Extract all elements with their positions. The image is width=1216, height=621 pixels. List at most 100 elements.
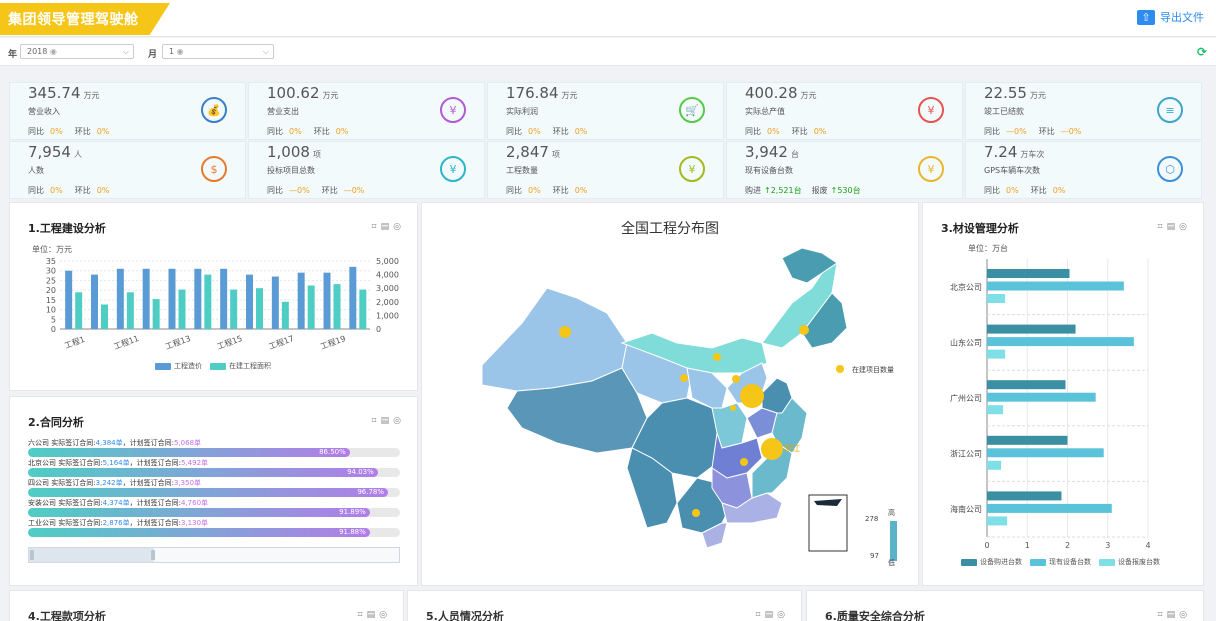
bar-area[interactable] [101,304,108,329]
data-view-icon[interactable]: ▤ [1167,610,1180,620]
contract-title: 安装公司 实际签订合同:4,374单，计划签订合同:4,760单 [28,499,209,507]
save-image-icon[interactable]: ◎ [1179,222,1191,232]
zoom-slider[interactable] [28,547,400,563]
bar-cost[interactable] [65,270,73,329]
equipment-bar[interactable] [987,392,1096,402]
bar-area[interactable] [333,284,341,329]
kpi-compare: 同比 0% 环比 0% [28,186,110,195]
kpi-compare: 同比 —0% 环比 —0% [984,127,1082,136]
bar-cost[interactable] [194,268,202,329]
refresh-icon[interactable]: ⟳ [1197,45,1207,59]
legend-item[interactable]: 在建工程面积 [210,361,271,371]
panel-title: 4.工程款项分析 [28,610,106,621]
slider-range [29,548,154,562]
x-tick-label: 4 [1145,541,1150,550]
save-image-icon[interactable]: ◎ [393,416,405,426]
save-image-icon[interactable]: ◎ [1179,610,1191,620]
equipment-bar[interactable] [987,503,1112,513]
panel-payment: 4.工程款项分析 ⌗▤◎ [9,590,404,621]
bar-area[interactable] [152,299,160,329]
bar-area[interactable] [281,301,289,329]
kpi-compare: 同比 0% 环比 0% [506,127,588,136]
visual-map-scale[interactable] [890,521,897,561]
y2-tick-label: 2,000 [376,298,399,307]
kpi-compare: 同比 0% 环比 0% [267,127,349,136]
china-map[interactable]: 浙江 在建项目数量 高 低 278 97 [422,203,920,587]
data-view-icon[interactable]: ▤ [367,610,380,620]
bar-area[interactable] [126,292,134,329]
x-tick-label: 工程17 [267,334,295,351]
slider-handle-right[interactable] [151,550,155,560]
legend-item[interactable]: 现有设备台数 [1030,557,1091,567]
bar-area[interactable] [256,288,263,329]
slider-handle-left[interactable] [30,550,34,560]
legend-item[interactable]: 工程造价 [155,361,202,371]
equipment-bar[interactable] [987,460,1002,470]
data-view-icon[interactable]: ▤ [765,610,778,620]
save-image-icon[interactable]: ◎ [393,222,405,232]
kpi-card: 345.74 万元 营业收入 同比 0% 环比 0% 💰 [9,82,246,140]
restore-icon[interactable]: ⌗ [1158,610,1167,620]
panel-title: 1.工程建设分析 [28,222,106,235]
y-tick-label: 35 [46,257,56,266]
equipment-bar[interactable] [987,380,1066,390]
kpi-value: 7,954 人 [28,143,82,161]
kpi-value: 345.74 万元 [28,84,100,102]
equipment-bar[interactable] [987,337,1134,347]
kpi-value: 1,008 项 [267,143,321,161]
contract-progress-track: 91.89% [28,508,400,517]
y-tick-label: 北京公司 [950,282,982,292]
bar-area[interactable] [359,289,367,329]
map-legend-dot [836,365,844,373]
y2-tick-label: 1,000 [376,311,399,320]
bar-area[interactable] [178,289,186,329]
bar-area[interactable] [204,274,212,329]
equipment-bar[interactable] [987,294,1006,303]
bar-cost[interactable] [271,276,279,329]
restore-icon[interactable]: ⌗ [372,222,381,232]
bar-cost[interactable] [220,268,228,329]
export-button[interactable]: ⇧ 导出文件 [1137,9,1204,25]
dashboard: 集团领导管理驾驶舱 ⇧ 导出文件 年 2018 ◉ ⌵ 月 1 ◉ ⌵ ⟳ 34… [0,0,1216,621]
restore-icon[interactable]: ⌗ [358,610,367,620]
equipment-bar[interactable] [987,435,1068,445]
visual-map-max: 278 [865,515,878,523]
bar-area[interactable] [230,289,238,329]
equipment-bar[interactable] [987,448,1104,458]
bar-area[interactable] [75,292,83,329]
equipment-bar[interactable] [987,281,1124,291]
equipment-bar[interactable] [987,516,1008,526]
restore-icon[interactable]: ⌗ [756,610,765,620]
bar-cost[interactable] [323,272,331,329]
legend-item[interactable]: 设备购进台数 [961,557,1022,567]
restore-icon[interactable]: ⌗ [1158,222,1167,232]
month-select[interactable]: 1 ◉ ⌵ [162,44,274,59]
bar-cost[interactable] [246,274,253,329]
panel-tools: ⌗▤◎ [1158,610,1191,620]
panel-equipment: 3.材设管理分析 ⌗▤◎ 单位：万台 0 1 2 3 4 北京公司 山东公司 广州公司 浙江公司… [922,202,1204,586]
equipment-bar[interactable] [987,491,1062,501]
yen-bag-icon: ¥ [677,154,707,184]
bar-cost[interactable] [91,274,98,329]
bar-cost[interactable] [168,268,176,329]
equipment-bar[interactable] [987,324,1076,334]
data-view-icon[interactable]: ▤ [381,416,394,426]
year-select[interactable]: 2018 ◉ ⌵ [20,44,134,59]
month-value: 1 [169,47,175,56]
bar-cost[interactable] [349,266,357,329]
save-image-icon[interactable]: ◎ [777,610,789,620]
equipment-bar[interactable] [987,405,1004,415]
save-image-icon[interactable]: ◎ [379,610,391,620]
kpi-value: 100.62 万元 [267,84,339,102]
equipment-bar[interactable] [987,349,1006,359]
x-tick-label: 工程13 [164,334,192,351]
data-view-icon[interactable]: ▤ [1167,222,1180,232]
restore-icon[interactable]: ⌗ [372,416,381,426]
bar-cost[interactable] [142,268,150,329]
data-view-icon[interactable]: ▤ [381,222,394,232]
bar-cost[interactable] [116,268,124,329]
bar-cost[interactable] [297,272,305,329]
equipment-bar[interactable] [987,269,1070,278]
bar-area[interactable] [307,285,315,329]
legend-item[interactable]: 设备报废台数 [1099,557,1160,567]
